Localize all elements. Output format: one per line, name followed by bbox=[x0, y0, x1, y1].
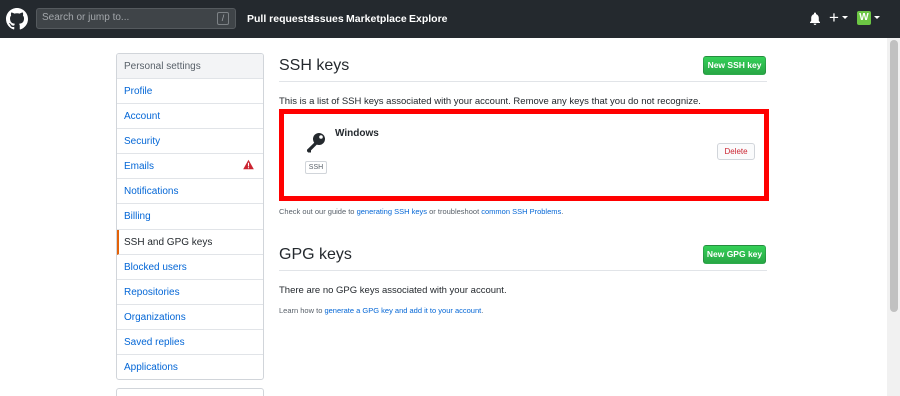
sidebar-item-security[interactable]: Security bbox=[117, 129, 263, 155]
search-input[interactable]: Search or jump to... / bbox=[36, 8, 236, 29]
delete-key-button[interactable]: Delete bbox=[717, 143, 755, 160]
avatar-caret-icon[interactable] bbox=[874, 16, 880, 19]
search-placeholder: Search or jump to... bbox=[42, 12, 130, 23]
ssh-keys-title: SSH keys bbox=[279, 57, 350, 74]
gpg-help-note: Learn how to generate a GPG key and add … bbox=[279, 306, 483, 315]
gpg-keys-title: GPG keys bbox=[279, 246, 352, 263]
generate-gpg-key-link[interactable]: generate a GPG key and add it to your ac… bbox=[324, 306, 481, 315]
sidebar-heading: Personal settings bbox=[117, 54, 263, 79]
github-logo-icon[interactable] bbox=[6, 8, 28, 30]
gpg-note-suffix: . bbox=[481, 306, 484, 315]
nav-pull-requests[interactable]: Pull requests bbox=[247, 13, 313, 25]
ssh-intro-text: This is a list of SSH keys associated wi… bbox=[279, 96, 701, 107]
ssh-divider bbox=[279, 81, 767, 82]
scrollbar-thumb[interactable] bbox=[890, 40, 898, 312]
ssh-note-prefix: Check out our guide to bbox=[279, 207, 357, 216]
sidebar-item-blocked-users[interactable]: Blocked users bbox=[117, 255, 263, 280]
gpg-divider bbox=[279, 270, 767, 271]
sidebar-item-profile[interactable]: Profile bbox=[117, 79, 263, 105]
developer-settings-box bbox=[116, 388, 264, 396]
generating-ssh-keys-link[interactable]: generating SSH keys bbox=[357, 207, 427, 216]
plus-icon[interactable]: + bbox=[829, 8, 839, 28]
sidebar-item-label: Emails bbox=[124, 161, 155, 173]
ssh-key-item-highlighted: SSH Windows Delete bbox=[279, 109, 769, 201]
ssh-badge: SSH bbox=[305, 161, 327, 174]
new-ssh-key-button[interactable]: New SSH key bbox=[703, 56, 766, 75]
gpg-note-prefix: Learn how to bbox=[279, 306, 325, 315]
sidebar-item-ssh-gpg-keys[interactable]: SSH and GPG keys bbox=[117, 229, 263, 255]
sidebar-item-organizations[interactable]: Organizations bbox=[117, 305, 263, 330]
sidebar-item-notifications[interactable]: Notifications bbox=[117, 179, 263, 205]
gpg-empty-text: There are no GPG keys associated with yo… bbox=[279, 285, 507, 296]
key-icon bbox=[307, 133, 325, 153]
plus-caret-icon[interactable] bbox=[842, 16, 848, 19]
common-ssh-problems-link[interactable]: common SSH Problems bbox=[481, 207, 561, 216]
nav-marketplace[interactable]: Marketplace bbox=[346, 13, 407, 25]
nav-issues[interactable]: Issues bbox=[311, 13, 344, 25]
ssh-note-middle: or troubleshoot bbox=[427, 207, 482, 216]
ssh-key-title: Windows bbox=[335, 128, 379, 139]
search-shortcut-key: / bbox=[217, 12, 229, 25]
page-scrollbar[interactable] bbox=[887, 38, 900, 396]
new-gpg-key-button[interactable]: New GPG key bbox=[703, 245, 766, 264]
sidebar-item-billing[interactable]: Billing bbox=[117, 204, 263, 230]
warning-icon bbox=[243, 160, 254, 170]
ssh-help-note: Check out our guide to generating SSH ke… bbox=[279, 207, 563, 216]
avatar[interactable]: W bbox=[857, 11, 871, 25]
sidebar-item-account[interactable]: Account bbox=[117, 104, 263, 130]
sidebar-item-emails[interactable]: Emails bbox=[117, 154, 263, 180]
ssh-note-suffix: . bbox=[561, 207, 564, 216]
sidebar-item-saved-replies[interactable]: Saved replies bbox=[117, 330, 263, 356]
nav-explore[interactable]: Explore bbox=[409, 13, 448, 25]
top-header: Search or jump to... / Pull requests Iss… bbox=[0, 0, 900, 38]
bell-icon[interactable] bbox=[809, 12, 821, 25]
sidebar-item-repositories[interactable]: Repositories bbox=[117, 280, 263, 305]
sidebar-item-applications[interactable]: Applications bbox=[117, 355, 263, 379]
settings-sidebar: Personal settings Profile Account Securi… bbox=[116, 53, 264, 380]
